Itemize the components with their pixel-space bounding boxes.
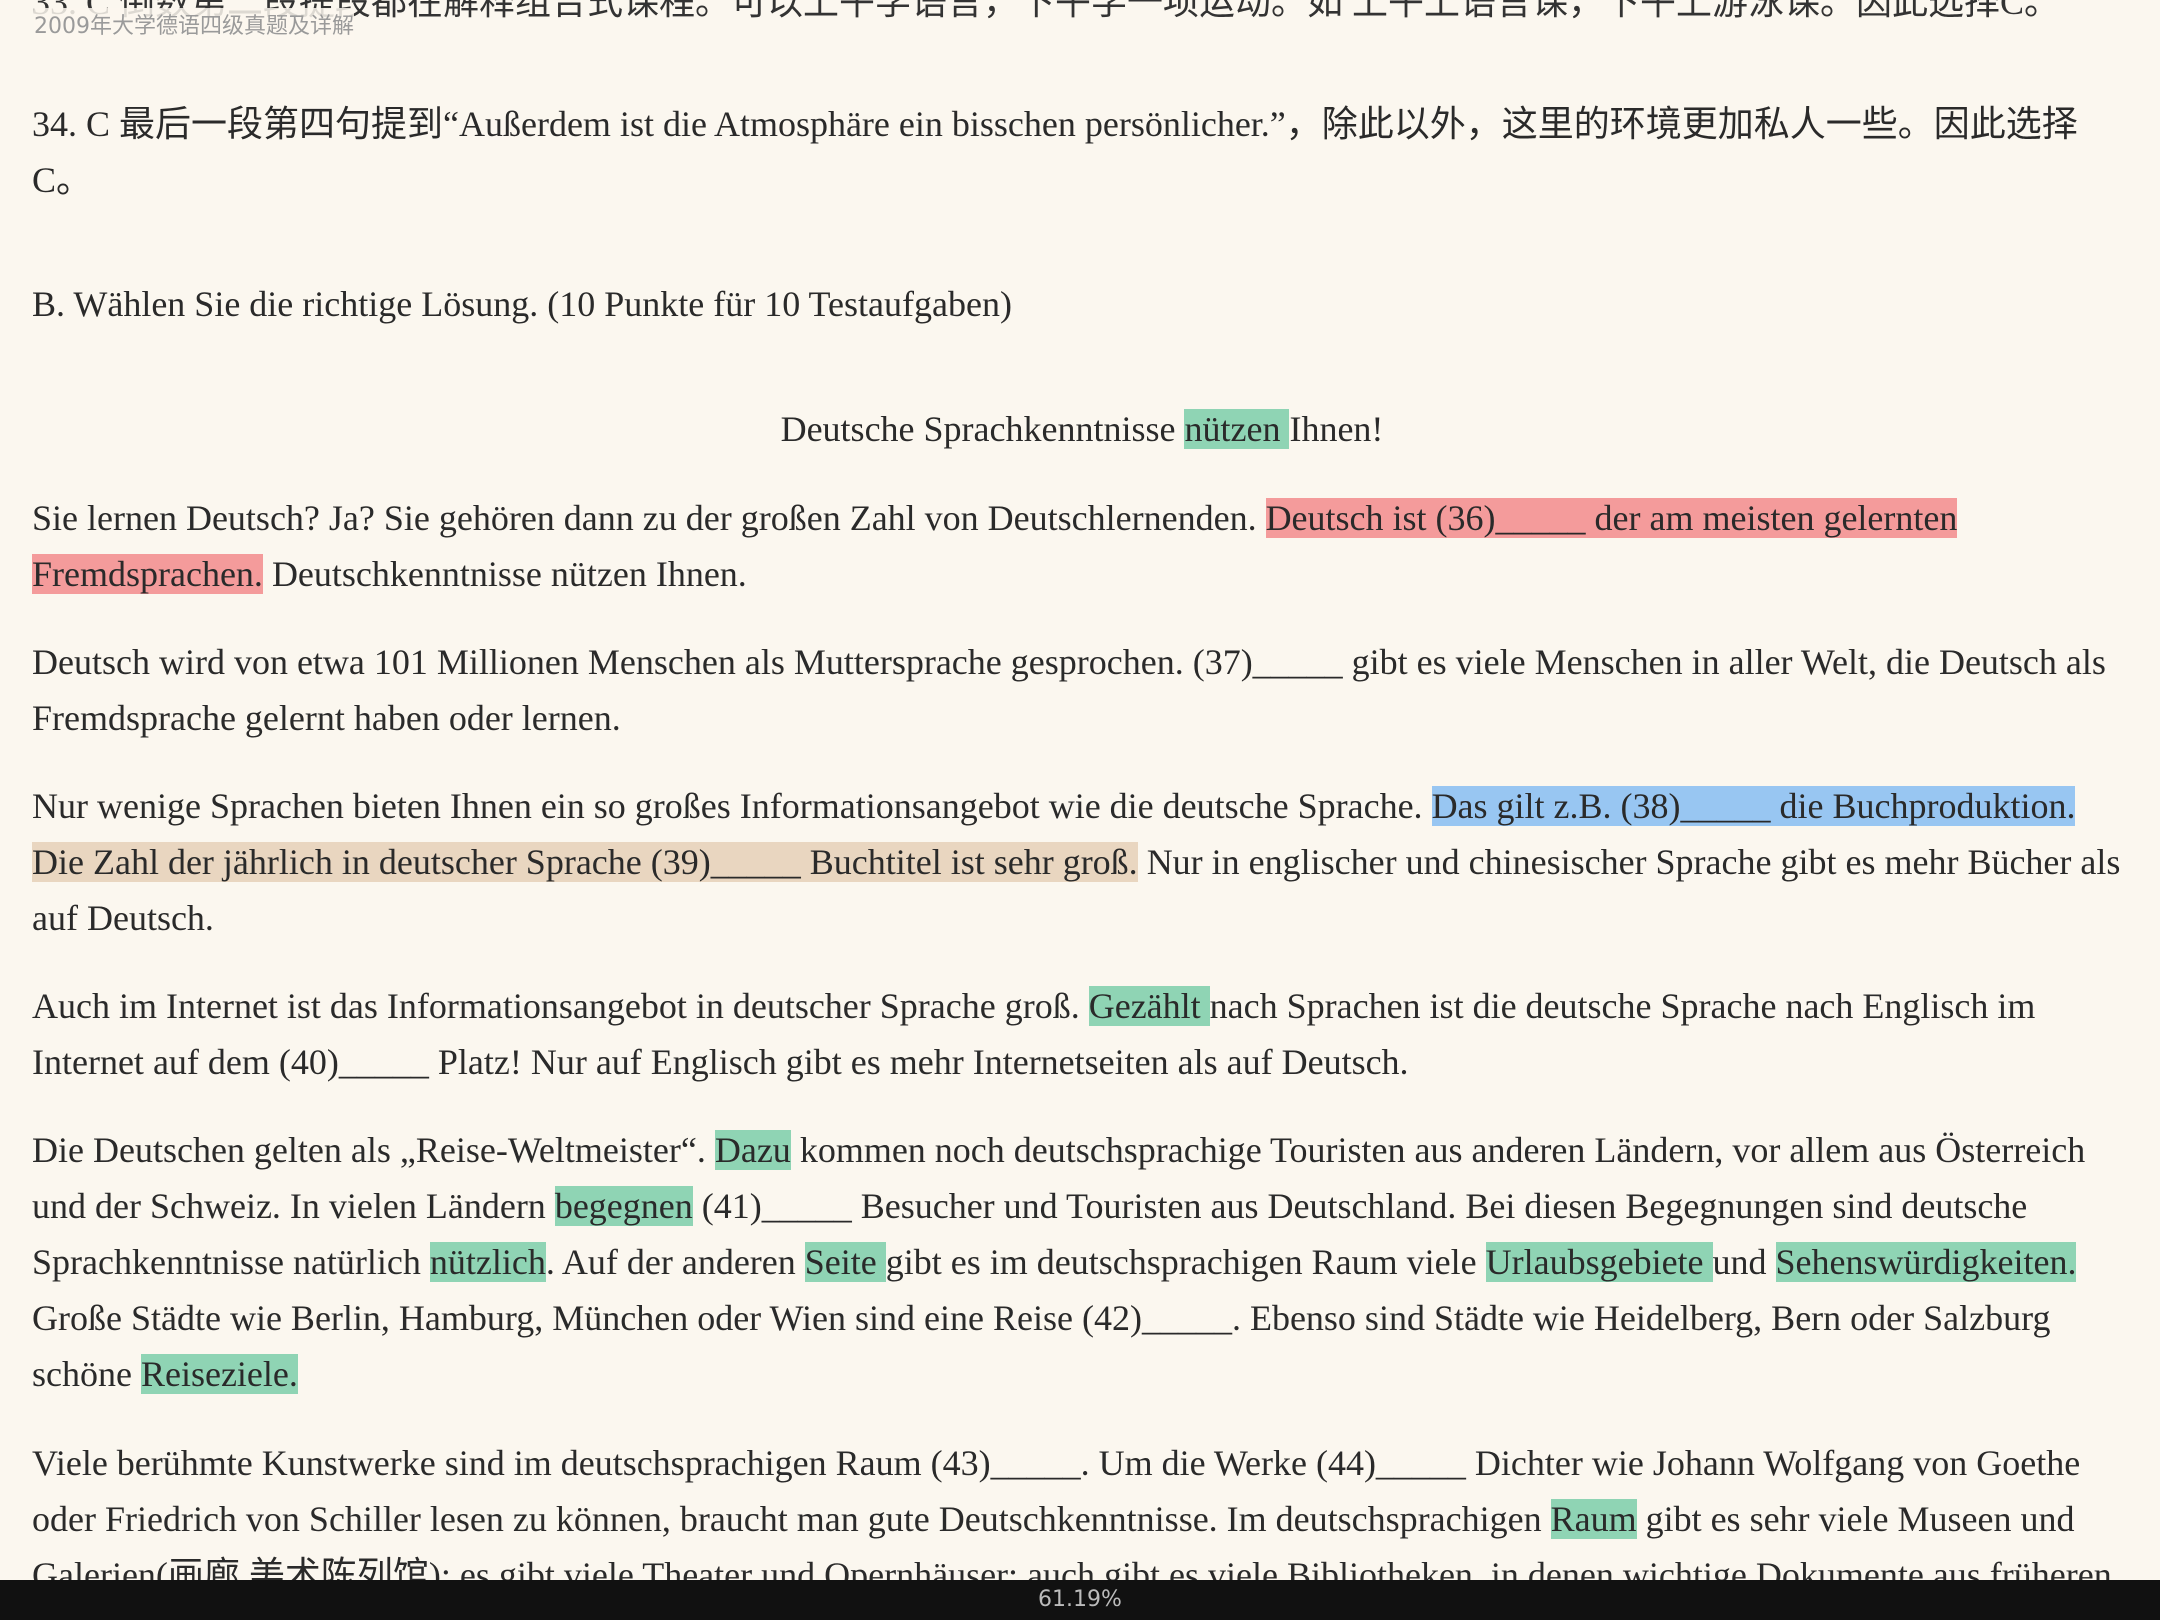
text: Viele berühmte Kunstwerke sind im deutsc…	[32, 1443, 2081, 1483]
highlight-red[interactable]: Deutsch ist (36)_____ der am meisten gel…	[1265, 498, 1958, 538]
title-text-after: Ihnen!	[1289, 409, 1384, 449]
text-line: Deutsch wird von etwa 101 Millionen Mens…	[32, 642, 2106, 682]
highlight-green[interactable]: Dazu	[714, 1130, 791, 1170]
text: gibt es sehr viele Museen und	[1636, 1499, 2075, 1539]
highlight-blue[interactable]: Das gilt z.B. (38)_____ die Buchprodukti…	[1431, 786, 2076, 826]
highlight-green[interactable]: nützen	[1184, 409, 1290, 449]
book-title: 2009年大学德语四级真题及详解	[34, 8, 354, 40]
text: Sprachkenntnisse natürlich	[32, 1242, 430, 1282]
text: Nur wenige Sprachen bieten Ihnen ein so …	[32, 786, 1432, 826]
text: Sie lernen Deutsch? Ja? Sie gehören dann…	[32, 498, 1266, 538]
highlight-green[interactable]: nützlich	[429, 1242, 546, 1282]
highlight-green[interactable]: Raum	[1550, 1499, 1637, 1539]
text-line: Fremdsprache gelernt haben oder lernen.	[32, 698, 621, 738]
text: auf Deutsch.	[32, 898, 214, 938]
paragraph-3: Nur wenige Sprachen bieten Ihnen ein so …	[32, 778, 2132, 946]
highlight-green[interactable]: Reiseziele.	[140, 1354, 298, 1394]
text: schöne	[32, 1354, 141, 1394]
highlight-green[interactable]: begegnen	[554, 1186, 693, 1226]
paragraph-5: Die Deutschen gelten als „Reise-Weltmeis…	[32, 1122, 2132, 1402]
passage-title: Deutsche Sprachkenntnisse nützen Ihnen!	[32, 401, 2132, 457]
answer-34: 34. C 最后一段第四句提到“Außerdem ist die Atmosph…	[32, 96, 2132, 208]
text: kommen noch deutschsprachige Touristen a…	[790, 1130, 2086, 1170]
text: Galerien(画廊,美术陈列馆); es gibt viele Theate…	[32, 1555, 2112, 1580]
reading-progress-bar: 61.19%	[0, 1580, 2160, 1620]
text: oder Friedrich von Schiller lesen zu kön…	[32, 1499, 1551, 1539]
text: . Auf der anderen	[545, 1242, 805, 1282]
text: Große Städte wie Berlin, Hamburg, Münche…	[32, 1298, 2051, 1338]
answer-34-line1: 34. C 最后一段第四句提到“Außerdem ist die Atmosph…	[32, 104, 2078, 144]
highlight-green[interactable]: Gezählt	[1088, 986, 1210, 1026]
text: Internet auf dem (40)_____ Platz! Nur au…	[32, 1042, 1409, 1082]
highlight-green[interactable]: Urlaubsgebiete	[1485, 1242, 1713, 1282]
section-b-heading: B. Wählen Sie die richtige Lösung. (10 P…	[32, 284, 1012, 324]
paragraph-6: Viele berühmte Kunstwerke sind im deutsc…	[32, 1435, 2132, 1580]
paragraph-2: Deutsch wird von etwa 101 Millionen Mens…	[32, 634, 2132, 746]
text: und	[1712, 1242, 1776, 1282]
paragraph-4: Auch im Internet ist das Informationsang…	[32, 978, 2132, 1090]
progress-percentage: 61.19%	[1038, 1587, 1122, 1612]
text: Deutschkenntnisse nützen Ihnen.	[262, 554, 747, 594]
answer-34-line2: C。	[32, 160, 93, 200]
title-text-before: Deutsche Sprachkenntnisse	[780, 409, 1185, 449]
reader-page[interactable]: 2009年大学德语四级真题及详解 33. C 倒数第二段提段都在解释组合式课程。…	[0, 0, 2160, 1580]
highlight-green[interactable]: Sehenswürdigkeiten.	[1775, 1242, 2077, 1282]
text: Nur in englischer und chinesischer Sprac…	[1137, 842, 2121, 882]
text: gibt es im deutschsprachigen Raum viele	[885, 1242, 1486, 1282]
text: nach Sprachen ist die deutsche Sprache n…	[1209, 986, 2036, 1026]
text: und der Schweiz. In vielen Ländern	[32, 1186, 555, 1226]
text: (41)_____ Besucher und Touristen aus Deu…	[692, 1186, 2028, 1226]
highlight-tan[interactable]: Die Zahl der jährlich in deutscher Sprac…	[32, 842, 1138, 882]
paragraph-1: Sie lernen Deutsch? Ja? Sie gehören dann…	[32, 490, 2132, 602]
text: Auch im Internet ist das Informationsang…	[32, 986, 1089, 1026]
highlight-green[interactable]: Seite	[804, 1242, 886, 1282]
highlight-red[interactable]: Fremdsprachen.	[32, 554, 263, 594]
text: Die Deutschen gelten als „Reise-Weltmeis…	[32, 1130, 715, 1170]
